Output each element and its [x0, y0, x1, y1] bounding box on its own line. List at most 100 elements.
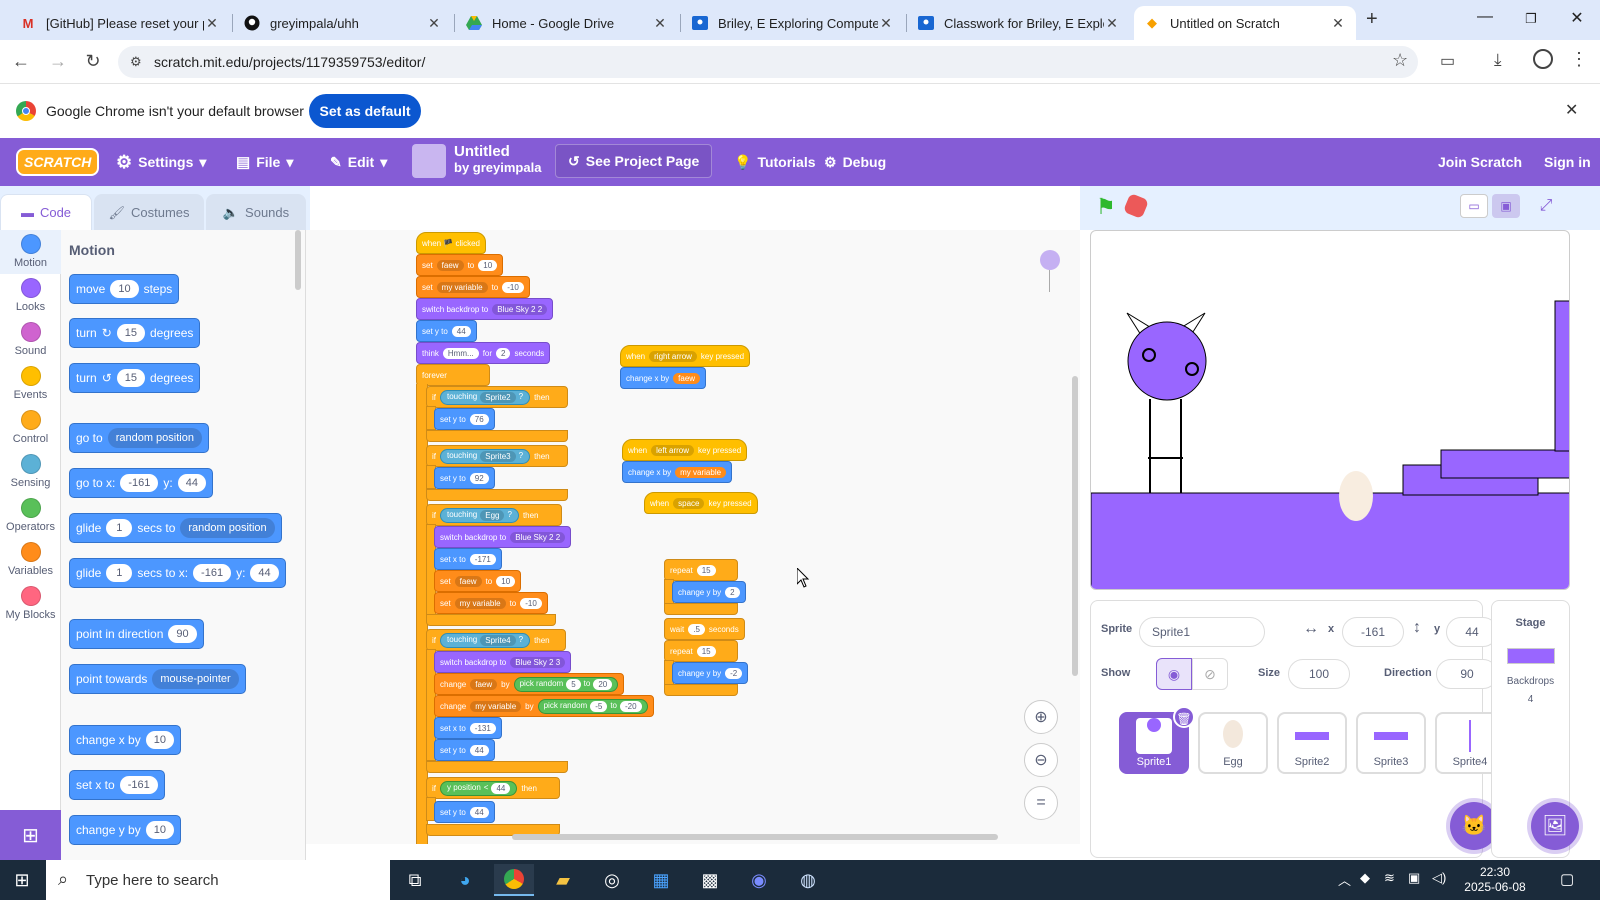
- set-variable-block[interactable]: set faew to 10: [434, 570, 522, 592]
- change-variable-block[interactable]: change my variable by pick random -5 to -20: [434, 695, 654, 717]
- set-as-default-button[interactable]: Set as default: [309, 94, 421, 128]
- stage-canvas[interactable]: [1090, 230, 1570, 590]
- switch-backdrop-block[interactable]: switch backdrop to Blue Sky 2 2: [434, 526, 572, 548]
- set-variable-block[interactable]: set my variable to -10: [416, 276, 530, 298]
- block-go-to-xy[interactable]: go to x: -161 y: 44: [69, 468, 213, 498]
- set-variable-block[interactable]: set faew to 10: [416, 254, 504, 276]
- category-variables[interactable]: Variables: [0, 542, 61, 577]
- set-y-block[interactable]: set y to 44: [434, 739, 495, 761]
- forever-block[interactable]: forever: [416, 364, 490, 386]
- browser-tab-gmail[interactable]: M [GitHub] Please reset your pa ✕: [10, 6, 230, 40]
- restore-icon[interactable]: ❐: [1508, 11, 1554, 27]
- block-change-x[interactable]: change x by 10: [69, 725, 181, 755]
- window-close-icon[interactable]: ✕: [1554, 8, 1600, 28]
- taskbar-clock[interactable]: 22:30 2025-06-08: [1462, 865, 1528, 895]
- close-icon[interactable]: ✕: [204, 15, 220, 32]
- close-icon[interactable]: ✕: [878, 15, 894, 32]
- set-x-block[interactable]: set x to -131: [434, 717, 502, 739]
- tab-sounds[interactable]: 🔈 Sounds: [206, 194, 306, 230]
- bookmark-star-icon[interactable]: ☆: [1392, 50, 1408, 71]
- store-icon[interactable]: ▦: [641, 864, 681, 896]
- tray-app-icon[interactable]: ◆: [1360, 870, 1370, 886]
- set-y-block[interactable]: set y to 44: [434, 801, 495, 823]
- change-y-block[interactable]: change y by 2: [672, 581, 746, 603]
- category-events[interactable]: Events: [0, 366, 61, 401]
- block-glide-to[interactable]: glide 1 secs to random position: [69, 513, 282, 543]
- sprite-thumb-egg[interactable]: Egg: [1198, 712, 1268, 774]
- close-icon[interactable]: ✕: [1330, 15, 1346, 32]
- change-variable-block[interactable]: change faew by pick random 5 to 20: [434, 673, 625, 695]
- show-hidden-button[interactable]: ⊘: [1192, 658, 1228, 690]
- category-operators[interactable]: Operators: [0, 498, 61, 533]
- zoom-out-button[interactable]: ⊖: [1024, 743, 1058, 777]
- file-menu[interactable]: ▤ File ▾: [236, 138, 293, 186]
- sprite-name-input[interactable]: Sprite1: [1139, 617, 1265, 647]
- category-sensing[interactable]: Sensing: [0, 454, 61, 489]
- change-x-block[interactable]: change x by my variable: [622, 461, 733, 483]
- change-y-block[interactable]: change y by -2: [672, 662, 749, 684]
- close-icon[interactable]: ✕: [1104, 15, 1120, 32]
- palette-scrollbar[interactable]: [295, 230, 301, 290]
- script-vertical-scrollbar[interactable]: [1072, 376, 1078, 676]
- direction-input[interactable]: 90: [1436, 659, 1498, 689]
- settings-menu[interactable]: ⚙ Settings ▾: [116, 138, 206, 186]
- app-icon[interactable]: ▩: [690, 864, 730, 896]
- debug-button[interactable]: ⚙ Debug: [824, 138, 886, 186]
- choose-backdrop-button[interactable]: 🖼: [1531, 802, 1579, 850]
- set-y-block[interactable]: set y to 76: [434, 408, 495, 430]
- task-view-icon[interactable]: ⧉: [395, 864, 435, 896]
- x-input[interactable]: -161: [1342, 617, 1404, 647]
- change-x-block[interactable]: change x by faew: [620, 367, 707, 389]
- back-icon[interactable]: ←: [10, 51, 32, 72]
- edge-icon[interactable]: ◕: [445, 864, 485, 896]
- set-variable-block[interactable]: set my variable to -10: [434, 592, 548, 614]
- taskbar-search-box[interactable]: ⌕ Type here to search: [46, 860, 390, 900]
- join-scratch-link[interactable]: Join Scratch: [1438, 138, 1522, 186]
- delete-sprite-button[interactable]: 🗑: [1173, 706, 1195, 728]
- block-point-in-direction[interactable]: point in direction 90: [69, 619, 204, 649]
- browser-tab-drive[interactable]: Home - Google Drive ✕: [456, 6, 678, 40]
- minimize-icon[interactable]: —: [1462, 8, 1508, 26]
- set-y-block[interactable]: set y to 44: [416, 320, 477, 342]
- block-go-to[interactable]: go to random position: [69, 423, 209, 453]
- repeat-block[interactable]: repeat 15: [664, 559, 738, 581]
- reload-icon[interactable]: ↻: [82, 51, 104, 72]
- tutorials-button[interactable]: 💡 Tutorials: [734, 138, 816, 186]
- add-extension-button[interactable]: ⊞: [0, 810, 61, 860]
- block-point-towards[interactable]: point towards mouse-pointer: [69, 664, 246, 694]
- browser-tab-github[interactable]: greyimpala/uhh ✕: [234, 6, 452, 40]
- tab-code[interactable]: ▬ Code: [0, 194, 92, 230]
- if-then-block[interactable]: if touching Sprite4? then: [426, 629, 566, 651]
- sprite-thumb-sprite3[interactable]: Sprite3: [1356, 712, 1426, 774]
- if-then-block[interactable]: if touching Egg? then: [426, 504, 562, 526]
- browser-tab-classroom-2[interactable]: Classwork for Briley, E Explori ✕: [908, 6, 1130, 40]
- browser-tab-classroom-1[interactable]: Briley, E Exploring Computer ✕: [682, 6, 904, 40]
- wifi-icon[interactable]: ≋: [1384, 870, 1395, 886]
- more-menu-icon[interactable]: ⋮: [1570, 49, 1588, 70]
- steam-icon[interactable]: ◍: [788, 864, 828, 896]
- block-turn-left[interactable]: turn ↺ 15 degrees: [69, 363, 201, 393]
- stop-icon[interactable]: [1122, 192, 1150, 220]
- category-my-blocks[interactable]: My Blocks: [0, 586, 61, 621]
- block-turn-right[interactable]: turn ↻ 15 degrees: [69, 318, 201, 348]
- repeat-block[interactable]: repeat 15: [664, 640, 738, 662]
- if-then-block[interactable]: if touching Sprite2? then: [426, 386, 568, 408]
- sign-in-link[interactable]: Sign in: [1544, 138, 1591, 186]
- green-flag-icon[interactable]: ⚑: [1096, 194, 1116, 220]
- cast-icon[interactable]: ▭: [1440, 51, 1455, 71]
- browser-tab-scratch[interactable]: ◆ Untitled on Scratch ✕: [1134, 6, 1356, 40]
- app-icon[interactable]: ◉: [739, 864, 779, 896]
- site-info-icon[interactable]: ⚙: [130, 54, 142, 70]
- close-icon[interactable]: ✕: [652, 15, 668, 32]
- new-tab-icon[interactable]: +: [1366, 8, 1378, 31]
- small-stage-button[interactable]: ▭: [1460, 194, 1488, 218]
- download-icon[interactable]: ⤓: [1494, 50, 1502, 70]
- zoom-reset-button[interactable]: =: [1024, 786, 1058, 820]
- tray-chevron-icon[interactable]: ︿: [1338, 870, 1351, 889]
- notifications-icon[interactable]: ▢: [1560, 870, 1574, 888]
- normal-stage-button[interactable]: ▣: [1492, 194, 1520, 218]
- zoom-in-button[interactable]: ⊕: [1024, 700, 1058, 734]
- category-control[interactable]: Control: [0, 410, 61, 445]
- project-title-block[interactable]: Untitled by greyimpala: [454, 144, 541, 176]
- block-change-y[interactable]: change y by 10: [69, 815, 181, 845]
